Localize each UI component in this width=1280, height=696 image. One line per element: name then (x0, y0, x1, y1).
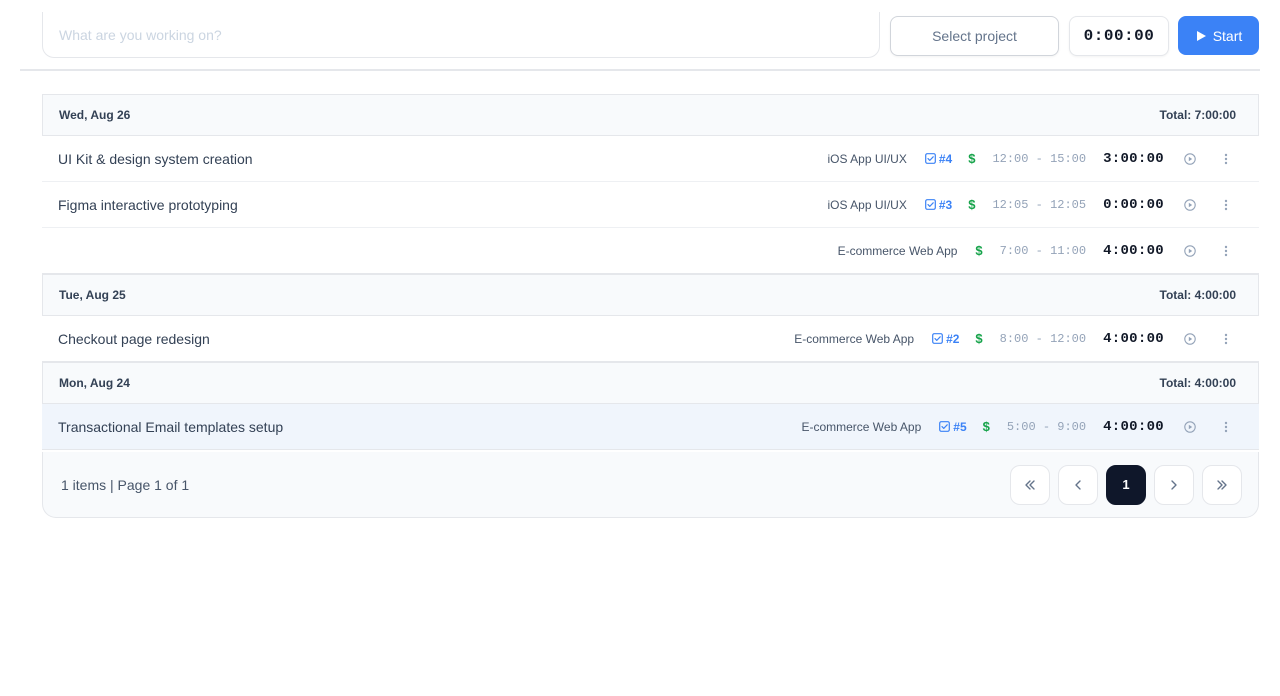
billable-toggle[interactable]: $ (975, 243, 982, 258)
entry-duration[interactable]: 4:00:00 (1103, 331, 1164, 347)
continue-entry-button[interactable] (1184, 332, 1196, 345)
project-select[interactable]: Select project (890, 16, 1059, 56)
entry-task-number: #3 (938, 197, 953, 212)
first-page-button[interactable] (1010, 464, 1050, 505)
chevrons-right-icon (1217, 479, 1227, 490)
entry-duration[interactable]: 3:00:00 (1103, 151, 1164, 167)
play-circle-icon (1184, 198, 1196, 211)
start-button[interactable]: Start (1178, 16, 1259, 55)
entry-task-number: #4 (938, 151, 953, 166)
start-button-label: Start (1212, 27, 1243, 44)
entry-project[interactable]: E-commerce Web App (801, 420, 921, 434)
entry-project[interactable]: E-commerce Web App (838, 244, 958, 258)
pagination-buttons: 1 (1010, 464, 1242, 505)
task-description-input[interactable] (42, 12, 880, 58)
entry-time-range[interactable]: 8:00 - 12:00 (1000, 332, 1086, 346)
entry-meta: E-commerce Web App $7:00 - 11:00 4:00:00 (838, 228, 1259, 273)
more-vertical-icon (1224, 245, 1228, 256)
time-entry-list: Wed, Aug 26 Total: 7:00:00 UI Kit & design… (42, 94, 1259, 450)
entry-project[interactable]: iOS App UI/UX (827, 198, 906, 212)
entry-meta: iOS App UI/UX #4 $12:00 - 15:00 3:00:00 (827, 136, 1259, 181)
entry-time-range[interactable]: 5:00 - 9:00 (1007, 420, 1086, 434)
chevron-right-icon (1171, 479, 1177, 490)
entry-task-link[interactable]: #4 (924, 151, 953, 166)
entry-meta: iOS App UI/UX #3 $12:05 - 12:05 0:00:00 (827, 182, 1259, 227)
entry-duration[interactable]: 4:00:00 (1103, 243, 1164, 259)
continue-entry-button[interactable] (1184, 198, 1196, 211)
day-header: Mon, Aug 24 Total: 4:00:00 (42, 362, 1259, 404)
entry-task-number: #2 (946, 331, 960, 346)
day-header: Tue, Aug 25 Total: 4:00:00 (42, 274, 1259, 316)
next-page-button[interactable] (1154, 464, 1194, 505)
day-total: Total: 4:00:00 (1159, 288, 1236, 302)
chevron-left-icon (1075, 479, 1081, 490)
time-entry-row: Transactional Email templates setup E-com… (42, 404, 1259, 450)
time-entry-row: Figma interactive prototyping iOS App UI/… (42, 182, 1259, 228)
play-icon (1196, 30, 1206, 41)
billable-toggle[interactable]: $ (968, 151, 975, 166)
play-circle-icon (1184, 332, 1196, 345)
checkbox-icon (932, 333, 943, 344)
more-vertical-icon (1224, 421, 1228, 432)
timer-display: 0:00:00 (1069, 16, 1169, 56)
day-total: Total: 4:00:00 (1159, 376, 1236, 390)
day-header: Wed, Aug 26 Total: 7:00:00 (42, 94, 1259, 136)
entry-description[interactable]: Checkout page redesign (58, 331, 794, 347)
entry-description[interactable]: Transactional Email templates setup (58, 419, 801, 435)
play-circle-icon (1184, 244, 1196, 257)
project-select-label: Select project (932, 28, 1017, 44)
entry-description[interactable]: UI Kit & design system creation (58, 151, 827, 167)
continue-entry-button[interactable] (1184, 152, 1196, 165)
continue-entry-button[interactable] (1184, 420, 1196, 433)
billable-toggle[interactable]: $ (968, 197, 975, 212)
more-vertical-icon (1224, 199, 1228, 210)
day-total: Total: 7:00:00 (1159, 108, 1236, 122)
time-entry-row: UI Kit & design system creation iOS App U… (42, 136, 1259, 182)
previous-page-button[interactable] (1058, 464, 1098, 505)
checkbox-icon (924, 153, 936, 164)
last-page-button[interactable] (1202, 464, 1242, 505)
entry-project[interactable]: iOS App UI/UX (827, 152, 906, 166)
checkbox-icon (939, 421, 951, 432)
entry-meta: E-commerce Web App #5 $5:00 - 9:00 4:00:00 (801, 404, 1259, 449)
entry-task-link[interactable]: #5 (939, 419, 967, 434)
page-button-current[interactable]: 1 (1106, 464, 1146, 505)
checkbox-icon (924, 199, 936, 210)
entry-duration[interactable]: 4:00:00 (1103, 419, 1164, 435)
entry-more-button[interactable] (1220, 152, 1232, 166)
day-date: Tue, Aug 25 (59, 288, 126, 302)
play-circle-icon (1184, 420, 1196, 433)
play-circle-icon (1184, 152, 1196, 165)
entry-task-link[interactable]: #2 (932, 332, 959, 346)
day-date: Wed, Aug 26 (59, 108, 131, 122)
entry-duration[interactable]: 0:00:00 (1103, 197, 1164, 213)
continue-entry-button[interactable] (1184, 244, 1196, 257)
entry-time-range[interactable]: 12:00 - 15:00 (992, 152, 1086, 166)
entry-meta: E-commerce Web App #2 $8:00 - 12:00 4:00:00 (794, 316, 1259, 361)
pagination-info: 1 items | Page 1 of 1 (61, 476, 190, 493)
entry-more-button[interactable] (1220, 420, 1232, 434)
entry-more-button[interactable] (1220, 332, 1232, 346)
entry-more-button[interactable] (1220, 198, 1232, 212)
timer-bar: Select project 0:00:00 Start (20, 0, 1260, 71)
pagination: 1 items | Page 1 of 1 1 (42, 452, 1259, 518)
entry-description[interactable]: Figma interactive prototyping (58, 197, 827, 213)
entry-project[interactable]: E-commerce Web App (794, 332, 914, 346)
billable-toggle[interactable]: $ (983, 419, 990, 434)
entry-time-range[interactable]: 12:05 - 12:05 (992, 198, 1086, 212)
time-entry-row: E-commerce Web App $7:00 - 11:00 4:00:00 (42, 228, 1259, 274)
chevrons-left-icon (1025, 479, 1035, 490)
entry-task-number: #5 (953, 419, 967, 434)
more-vertical-icon (1224, 333, 1228, 344)
time-entry-row: Checkout page redesign E-commerce Web App… (42, 316, 1259, 362)
entry-time-range[interactable]: 7:00 - 11:00 (1000, 244, 1086, 258)
entry-task-link[interactable]: #3 (924, 197, 953, 212)
day-date: Mon, Aug 24 (59, 376, 130, 390)
billable-toggle[interactable]: $ (975, 331, 982, 346)
more-vertical-icon (1224, 153, 1228, 164)
entry-more-button[interactable] (1220, 244, 1232, 258)
